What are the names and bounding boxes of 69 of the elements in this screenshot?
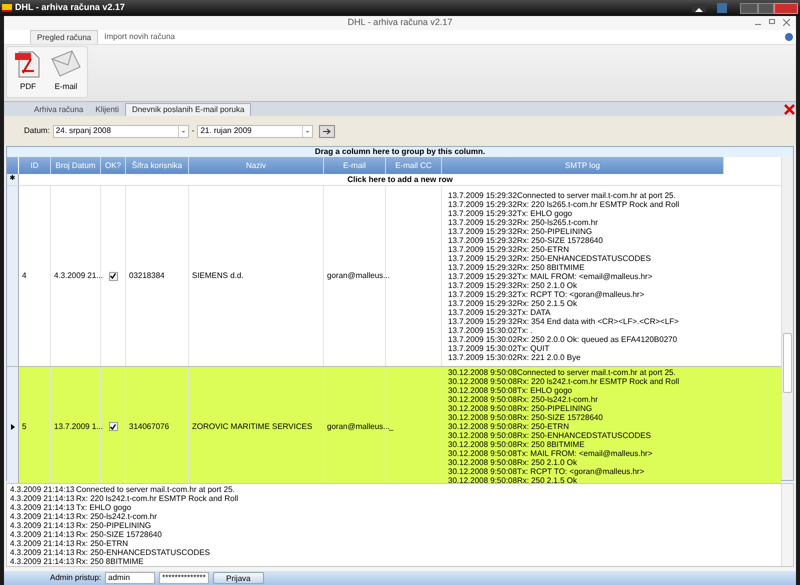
vertical-scrollbar[interactable] <box>781 157 793 480</box>
log-time: 4.3.2009 21:14:13 <box>10 512 76 521</box>
table-cell: 5 <box>22 420 26 432</box>
app-logo-icon <box>2 4 12 12</box>
date-to-field[interactable]: 21. rujan 2009 <box>197 124 314 138</box>
add-new-row[interactable]: Click here to add a new row <box>19 174 781 185</box>
log-time: 4.3.2009 21:14:13 <box>10 539 76 548</box>
tab[interactable]: Arhiva računa <box>28 103 90 116</box>
log-message: Rx: 250-ENHANCEDSTATUSCODES <box>76 548 210 557</box>
log-message: Rx: 250 8BITMIME <box>76 557 144 566</box>
envelope-icon <box>50 49 82 79</box>
log-time: 4.3.2009 21:14:13 <box>10 521 76 530</box>
dropdown-caret-icon[interactable] <box>178 126 188 136</box>
vertical-scrollbar[interactable] <box>781 484 793 566</box>
log-message: Rx: 250-ls242.t-com.hr <box>76 512 157 521</box>
log-time: 4.3.2009 21:14:13 <box>10 485 76 494</box>
table-cell: 4 <box>22 270 26 282</box>
group-by-hint: Drag a column here to group by this column. <box>314 146 486 158</box>
log-time: 4.3.2009 21:14:13 <box>10 503 76 512</box>
log-time: 4.3.2009 21:14:13 <box>10 530 76 539</box>
tab[interactable]: Dnevnik poslanih E-mail poruka <box>124 103 252 116</box>
smtp-log-cell-text: 30.12.2008 9:50:08Connected to server mail.t-com.hr at port 25. 30.12.2008 9:50:08Rx: 220 ls242.t-com.hr ESMTP Rock and Roll 30.12.2008 9:50:08Tx: EHLO gogo 30.12.2008 9:50:08Rx: 250-ls242.t-com.hr 30.12.2008 9:50:08Rx: 250-PIPELINING 30.12.2008 9:50:08Rx: 250-SIZE 15728640 30.12.2008 9:50:08Rx: 250-ETRN 30.12.2008 9:50:08Rx: 250-ENHANCEDSTATUSCODES 30.12.2008 9:50:08Rx: 250 8BITMIME 30.12.2008 9:50:08Tx: MAIL FROM: <email@malleus.hr> 30.12.2008 9:50:08Rx: 250 2.1.0 Ok 30.12.2008 9:50:08Tx: RCPT TO: <goran@malleus.hr> 30.12.2008 9:50:08Rx: 250 2.1.5 Ok <box>447 367 680 486</box>
maximize-button[interactable] <box>758 2 774 14</box>
table-cell: ZOROVIC MARITIME SERVICES <box>192 420 312 432</box>
table-cell: 314067076 <box>129 420 170 432</box>
log-message: Rx: 250-ETRN <box>76 539 128 548</box>
table-cell: 03218384 <box>129 270 165 282</box>
log-message: Rx: 250-PIPELINING <box>76 521 152 530</box>
email-button[interactable]: E-mail <box>49 49 83 95</box>
log-time: 4.3.2009 21:14:13 <box>10 548 76 557</box>
smtp-log-cell-text: 13.7.2009 15:29:32Connected to server mail.t-com.hr at port 25. 13.7.2009 15:29:32Rx: 220 ls265.t-com.hr ESMTP Rock and Roll 13.7.2009 15:29:32Tx: EHLO gogo 13.7.2009 15:29:32Rx: 250-ls265.t-com.hr 13.7.2009 15:29:32Rx: 250-PIPELINING 13.7.2009 15:29:32Rx: 250-SIZE 15728640 13.7.2009 15:29:32Rx: 250-ETRN 13.7.2009 15:29:32Rx: 250-ENHANCEDSTATUSCODES 13.7.2009 15:29:32Rx: 250 8BITMIME 13.7.2009 15:29:32Tx: MAIL FROM: <email@malleus.hr> 13.7.2009 15:29:32Rx: 250 2.1.0 Ok 13.7.2009 15:29:32Tx: RCPT TO: <goran@malleus.hr> 13.7.2009 15:29:32Rx: 250 2.1.5 Ok 13.7.2009 15:29:32Tx: DATA 13.7.2009 15:29:32Rx: 354 End data with <CR><LF>.<CR><LF> 13.7.2009 15:30:02Tx: . 13.7.2009 15:30:02Rx: 250 2.0.0 Ok: queued as EFA4120B0270 13.7.2009 15:30:02Tx: QUIT 13.7.2009 15:30:02Rx: 221 2.0.0 Bye <box>447 190 680 364</box>
current-row-indicator-icon <box>10 424 14 430</box>
date-separator: - <box>192 125 194 137</box>
ribbon-tab[interactable]: Pregled računa <box>30 30 98 44</box>
username-field[interactable]: admin <box>105 572 156 584</box>
eject-icon[interactable] <box>692 4 706 12</box>
log-time: 4.3.2009 21:14:13 <box>10 494 76 503</box>
checkmark-icon <box>110 273 116 279</box>
tab[interactable]: Klijenti <box>89 103 125 116</box>
log-message: Tx: EHLO gogo <box>76 503 132 512</box>
log-message: Connected to server mail.t-com.hr at port 25. <box>76 485 235 494</box>
admin-access-label: Admin pristup: <box>50 572 102 584</box>
table-cell: _ <box>389 420 394 432</box>
log-message: Rx: 250-SIZE 15728640 <box>76 530 162 539</box>
inner-window-title: DHL - arhiva računa v2.17 <box>348 16 452 30</box>
pdf-button[interactable]: PDF <box>11 49 45 95</box>
log-time: 4.3.2009 21:14:13 <box>10 557 76 566</box>
close-button[interactable] <box>774 2 798 14</box>
window-title: DHL - arhiva računa v2.17 <box>15 1 125 14</box>
minimize-button[interactable] <box>740 2 758 14</box>
log-message: Rx: 220 ls242.t-com.hr ESMTP Rock and Roll <box>76 494 238 503</box>
password-field[interactable]: ************** <box>159 572 210 584</box>
login-button[interactable]: Prijava <box>213 572 264 584</box>
checkbox[interactable] <box>108 422 118 431</box>
apply-filter-button[interactable] <box>319 124 336 138</box>
checkmark-icon <box>110 424 116 430</box>
ribbon-tab[interactable]: Import novih računa <box>98 30 181 44</box>
table-row[interactable] <box>7 186 781 367</box>
arrow-icon <box>322 128 332 134</box>
date-label: Datum: <box>24 125 50 137</box>
table-cell: 4.3.2009 21... <box>54 270 103 282</box>
table-cell: goran@malleus... <box>327 270 390 282</box>
checkbox[interactable] <box>108 272 118 280</box>
table-cell: SIEMENS d.d. <box>192 270 244 282</box>
maximize-icon[interactable] <box>769 19 775 24</box>
scroll-thumb[interactable] <box>783 333 792 393</box>
date-from-field[interactable]: 24. srpanj 2008 <box>52 124 189 138</box>
close-icon[interactable] <box>784 104 795 115</box>
close-icon[interactable] <box>783 19 790 26</box>
